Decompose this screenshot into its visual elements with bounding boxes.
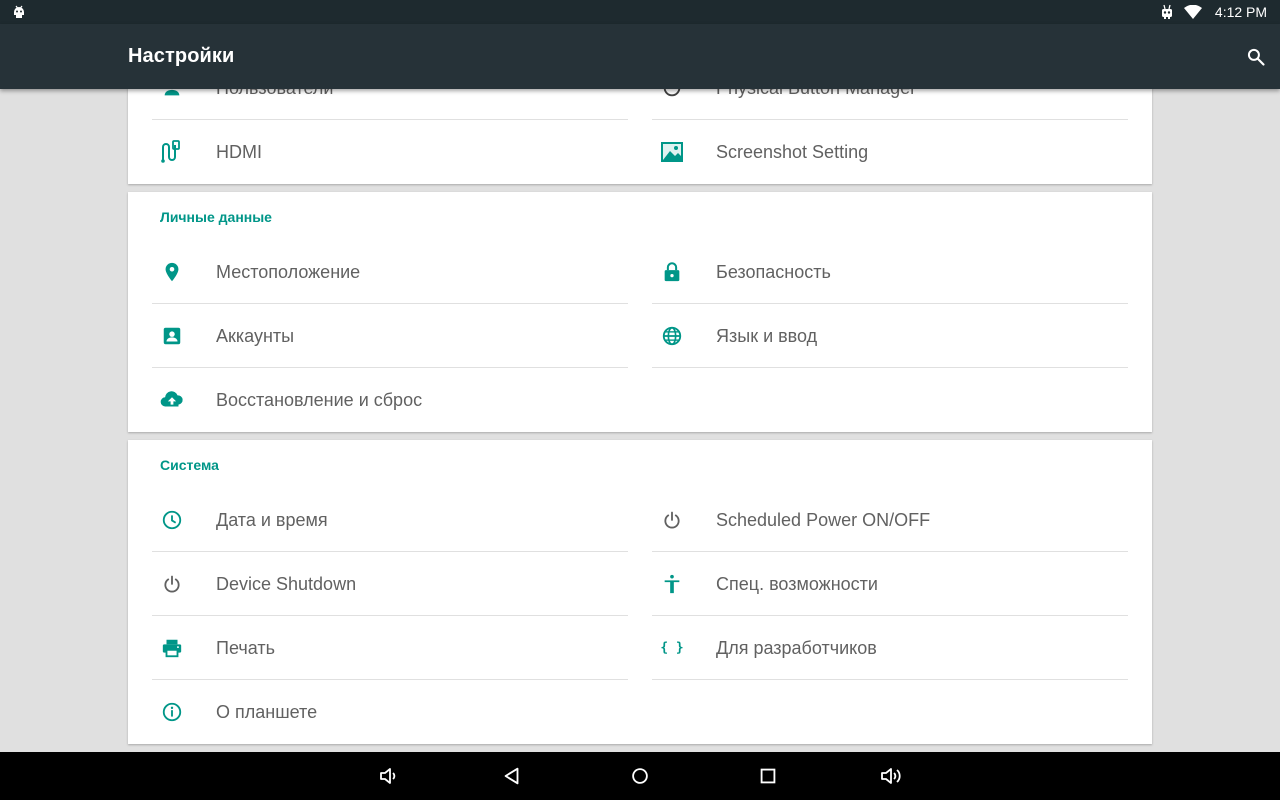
volume-down-icon[interactable] [375,762,403,790]
screenshot-icon [660,140,684,164]
app-toolbar: Настройки [0,24,1280,89]
settings-item-label: Печать [216,638,275,658]
button-manager-icon [660,89,684,100]
section-device: Пользователи Physical Button Manager HDM… [128,89,1152,184]
hdmi-icon [160,140,184,164]
account-icon [160,324,184,348]
developer-braces-icon: { } [660,636,684,660]
settings-item-label: Scheduled Power ON/OFF [716,510,931,530]
settings-item-label: HDMI [216,142,262,162]
settings-item-scheduled-power[interactable]: Scheduled Power ON/OFF [652,488,1128,552]
android-icon [11,4,27,20]
settings-item-language-input[interactable]: Язык и ввод [652,304,1128,368]
search-icon[interactable] [1242,43,1270,71]
navigation-bar [0,752,1280,800]
settings-item-backup-reset[interactable]: Восстановление и сброс [152,368,628,432]
settings-list[interactable]: Пользователи Physical Button Manager HDM… [0,89,1280,752]
settings-item-label: Device Shutdown [216,574,357,594]
lock-icon [660,260,684,284]
settings-item-users[interactable]: Пользователи [152,89,628,120]
settings-item-accounts[interactable]: Аккаунты [152,304,628,368]
globe-icon [660,324,684,348]
clock-icon [160,508,184,532]
notification-robot-icon [1158,4,1176,20]
settings-item-security[interactable]: Безопасность [652,240,1128,304]
settings-item-label: Дата и время [216,510,328,530]
settings-item-screenshot-setting[interactable]: Screenshot Setting [652,120,1128,184]
settings-item-label: Аккаунты [216,326,295,346]
recents-icon[interactable] [754,762,782,790]
status-time: 4:12 PM [1214,4,1268,20]
back-icon[interactable] [498,762,526,790]
status-bar: 4:12 PM [0,0,1280,24]
accessibility-icon [660,572,684,596]
location-icon [160,260,184,284]
power-icon [160,572,184,596]
settings-item-accessibility[interactable]: Спец. возможности [652,552,1128,616]
page-title: Настройки [128,45,235,67]
svg-text:{ }: { } [661,641,683,656]
settings-item-label: Местоположение [216,262,361,282]
section-personal: Личные данные Местоположение Безопасност… [128,192,1152,432]
info-icon [160,700,184,724]
power-icon [660,508,684,532]
settings-item-physical-button-manager[interactable]: Physical Button Manager [652,89,1128,120]
print-icon [160,636,184,660]
home-icon[interactable] [626,762,654,790]
settings-item-label: Screenshot Setting [716,142,869,162]
settings-item-label: Для разработчиков [716,638,877,658]
section-title: Личные данные [160,209,272,225]
settings-item-date-time[interactable]: Дата и время [152,488,628,552]
settings-item-device-shutdown[interactable]: Device Shutdown [152,552,628,616]
settings-item-developer-options[interactable]: { } Для разработчиков [652,616,1128,680]
volume-up-icon[interactable] [878,762,906,790]
wifi-icon [1184,4,1202,20]
settings-item-label: Восстановление и сброс [216,390,423,410]
settings-item-about-tablet[interactable]: О планшете [152,680,628,744]
settings-item-hdmi[interactable]: HDMI [152,120,628,184]
settings-item-location[interactable]: Местоположение [152,240,628,304]
settings-item-printing[interactable]: Печать [152,616,628,680]
cloud-upload-icon [160,388,184,412]
settings-item-label: Спец. возможности [716,574,878,594]
section-system: Система Дата и время Scheduled Power ON/… [128,440,1152,744]
settings-item-label: О планшете [216,702,318,722]
settings-item-label: Physical Button Manager [716,89,916,99]
settings-item-label: Язык и ввод [716,326,818,346]
section-title: Система [160,457,219,473]
users-icon [160,89,184,100]
settings-item-label: Безопасность [716,262,831,282]
settings-item-label: Пользователи [216,89,333,99]
